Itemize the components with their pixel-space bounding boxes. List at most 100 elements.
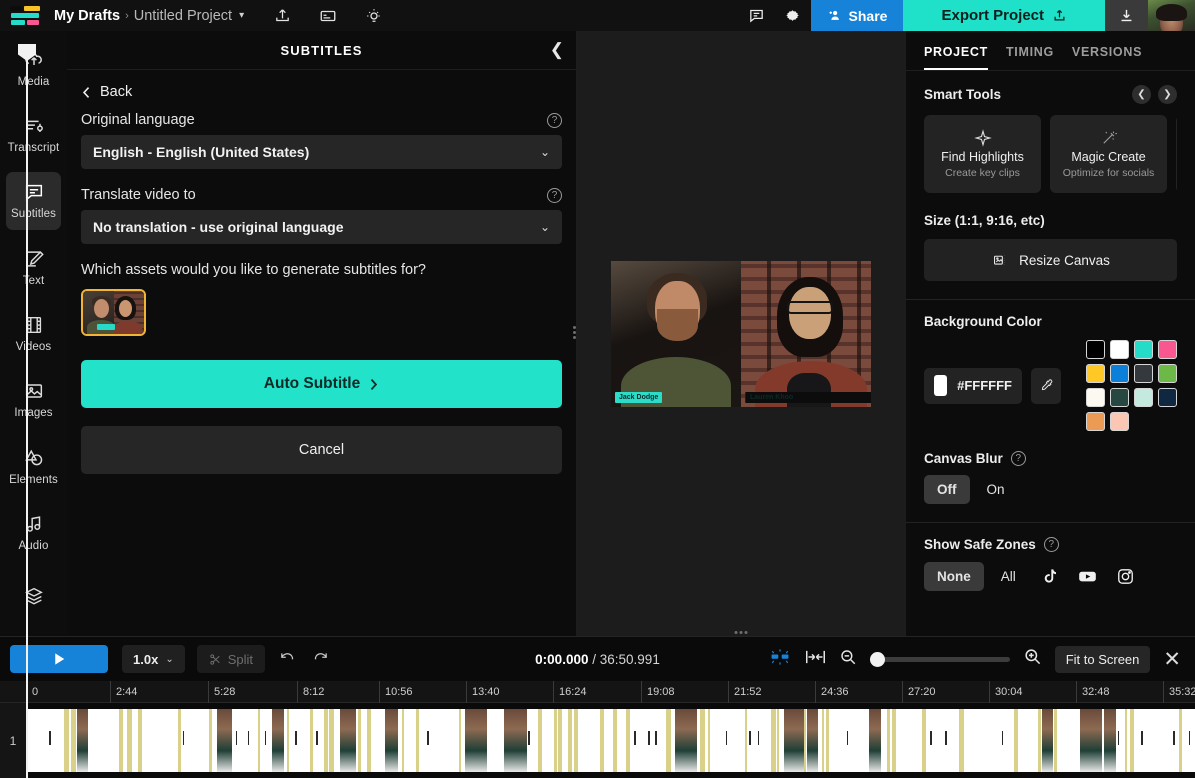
translate-select[interactable]: No translation - use original language ⌄ <box>81 210 562 244</box>
sidebar-item-videos[interactable]: Videos <box>6 304 61 362</box>
sidebar-item-layers[interactable] <box>6 570 61 628</box>
sidebar-item-transcript[interactable]: Transcript <box>6 105 61 163</box>
original-language-select[interactable]: English - English (United States) ⌄ <box>81 135 562 169</box>
tool-partial[interactable]: V <box>1176 115 1177 193</box>
track-lane[interactable] <box>26 703 1195 778</box>
close-icon[interactable]: ✕ <box>1163 649 1185 670</box>
back-button[interactable]: Back <box>81 84 562 100</box>
top-bar-icon-group <box>272 6 384 26</box>
project-menu-chevron-down-icon[interactable]: ▾ <box>239 10 244 21</box>
zoom-out-icon[interactable] <box>839 648 857 671</box>
color-swatch[interactable] <box>1086 364 1105 383</box>
sidebar-item-label: Subtitles <box>11 208 56 220</box>
assets-question: Which assets would you like to generate … <box>81 262 562 278</box>
tiktok-icon[interactable] <box>1033 561 1067 591</box>
export-label: Export Project <box>941 7 1044 24</box>
play-button[interactable] <box>10 645 108 673</box>
canvas-area[interactable]: Jack Dodge Lauren Khoo <box>577 31 905 636</box>
instagram-icon[interactable] <box>1109 561 1143 591</box>
chevron-down-icon: ⌄ <box>540 220 550 234</box>
tab-versions[interactable]: VERSIONS <box>1072 45 1142 70</box>
track-number-label: 1 <box>0 703 26 778</box>
translate-label-row: Translate video to ? <box>81 187 562 203</box>
color-swatch[interactable] <box>1158 364 1177 383</box>
color-swatch[interactable] <box>1134 364 1153 383</box>
zoom-slider[interactable] <box>870 657 1010 662</box>
share-button[interactable]: Share <box>811 0 904 31</box>
canvas-blur-on[interactable]: On <box>974 475 1018 504</box>
zoom-slider-knob[interactable] <box>870 652 885 667</box>
chevron-right-icon[interactable]: ❯ <box>1158 85 1177 104</box>
sidebar-item-subtitles[interactable]: Subtitles <box>6 172 61 230</box>
tool-magic-create[interactable]: Magic Create Optimize for socials <box>1050 115 1167 193</box>
resize-canvas-button[interactable]: Resize Canvas <box>924 239 1177 281</box>
video-clip[interactable] <box>26 709 1195 772</box>
sidebar-item-label: Media <box>18 76 50 88</box>
color-swatch[interactable] <box>1086 388 1105 407</box>
help-circle-icon[interactable]: ? <box>547 113 562 128</box>
color-swatch[interactable] <box>1134 340 1153 359</box>
transport-bar: 1.0x ⌄ Split 0:00.000 / 36:50.991 <box>0 637 1195 681</box>
color-swatch[interactable] <box>1158 388 1177 407</box>
video-preview-stage[interactable]: Jack Dodge Lauren Khoo <box>611 261 871 407</box>
help-circle-icon[interactable]: ? <box>547 188 562 203</box>
safe-zone-none[interactable]: None <box>924 562 984 591</box>
safe-zone-all[interactable]: All <box>988 562 1029 591</box>
redo-icon[interactable] <box>312 649 329 669</box>
undo-icon[interactable] <box>279 649 296 669</box>
cancel-button[interactable]: Cancel <box>81 426 562 474</box>
captions-icon[interactable] <box>318 6 338 26</box>
chevron-left-icon[interactable]: ❮ <box>1132 85 1151 104</box>
fit-selection-icon[interactable] <box>805 648 826 671</box>
breadcrumb-root[interactable]: My Drafts <box>54 8 120 24</box>
playback-speed-dropdown[interactable]: 1.0x ⌄ <box>122 645 185 673</box>
color-swatch[interactable] <box>1110 388 1129 407</box>
comment-icon[interactable] <box>739 0 775 31</box>
fit-to-screen-button[interactable]: Fit to Screen <box>1055 646 1151 673</box>
canvas-resize-handle[interactable] <box>735 631 748 634</box>
canvas-blur-toggle: Off On <box>924 475 1177 504</box>
color-swatch[interactable] <box>1134 388 1153 407</box>
chevron-left-icon[interactable]: ❮ <box>550 40 564 60</box>
split-label: Split <box>228 652 253 667</box>
size-label: Size (1:1, 9:16, etc) <box>924 213 1177 228</box>
color-swatch[interactable] <box>1086 412 1105 431</box>
upload-icon[interactable] <box>272 6 292 26</box>
share-label: Share <box>849 8 888 24</box>
color-swatch[interactable] <box>1110 412 1129 431</box>
hex-color-field[interactable]: #FFFFFF <box>924 368 1022 404</box>
help-circle-icon[interactable]: ? <box>1011 451 1026 466</box>
magnet-snap-icon[interactable] <box>768 646 792 673</box>
eyedropper-icon[interactable] <box>1031 368 1061 404</box>
subtitles-panel: SUBTITLES ❮ Back Original language ? Eng… <box>67 31 577 636</box>
tool-find-highlights[interactable]: Find Highlights Create key clips <box>924 115 1041 193</box>
download-icon[interactable] <box>1105 0 1148 31</box>
youtube-icon[interactable] <box>1071 561 1105 591</box>
timeline-ruler[interactable]: 0 2:44 5:28 8:12 10:56 13:40 16:24 19:08… <box>0 681 1195 703</box>
tab-timing[interactable]: TIMING <box>1006 45 1054 70</box>
lightbulb-icon[interactable] <box>364 6 384 26</box>
sidebar-item-text[interactable]: Text <box>6 238 61 296</box>
auto-subtitle-button[interactable]: Auto Subtitle <box>81 360 562 408</box>
avatar[interactable] <box>1148 0 1195 31</box>
breadcrumb-project-name[interactable]: Untitled Project <box>134 8 232 24</box>
tab-project[interactable]: PROJECT <box>924 45 988 70</box>
gear-icon[interactable] <box>775 0 811 31</box>
ruler-tick: 35:32 <box>1163 681 1195 703</box>
sidebar-item-images[interactable]: Images <box>6 371 61 429</box>
color-swatch[interactable] <box>1086 340 1105 359</box>
color-swatch[interactable] <box>1110 364 1129 383</box>
sidebar-item-label: Images <box>14 407 52 419</box>
zoom-in-icon[interactable] <box>1023 647 1042 671</box>
color-swatch[interactable] <box>1110 340 1129 359</box>
sidebar-item-audio[interactable]: Audio <box>6 503 61 561</box>
color-swatch[interactable] <box>1158 340 1177 359</box>
playhead[interactable] <box>26 44 28 778</box>
help-circle-icon[interactable]: ? <box>1044 537 1059 552</box>
sidebar-item-elements[interactable]: Elements <box>6 437 61 495</box>
export-project-button[interactable]: Export Project <box>903 0 1105 31</box>
asset-thumbnail[interactable] <box>81 289 146 336</box>
canvas-blur-off[interactable]: Off <box>924 475 970 504</box>
split-button[interactable]: Split <box>197 645 265 673</box>
app-logo-icon[interactable] <box>8 6 42 25</box>
